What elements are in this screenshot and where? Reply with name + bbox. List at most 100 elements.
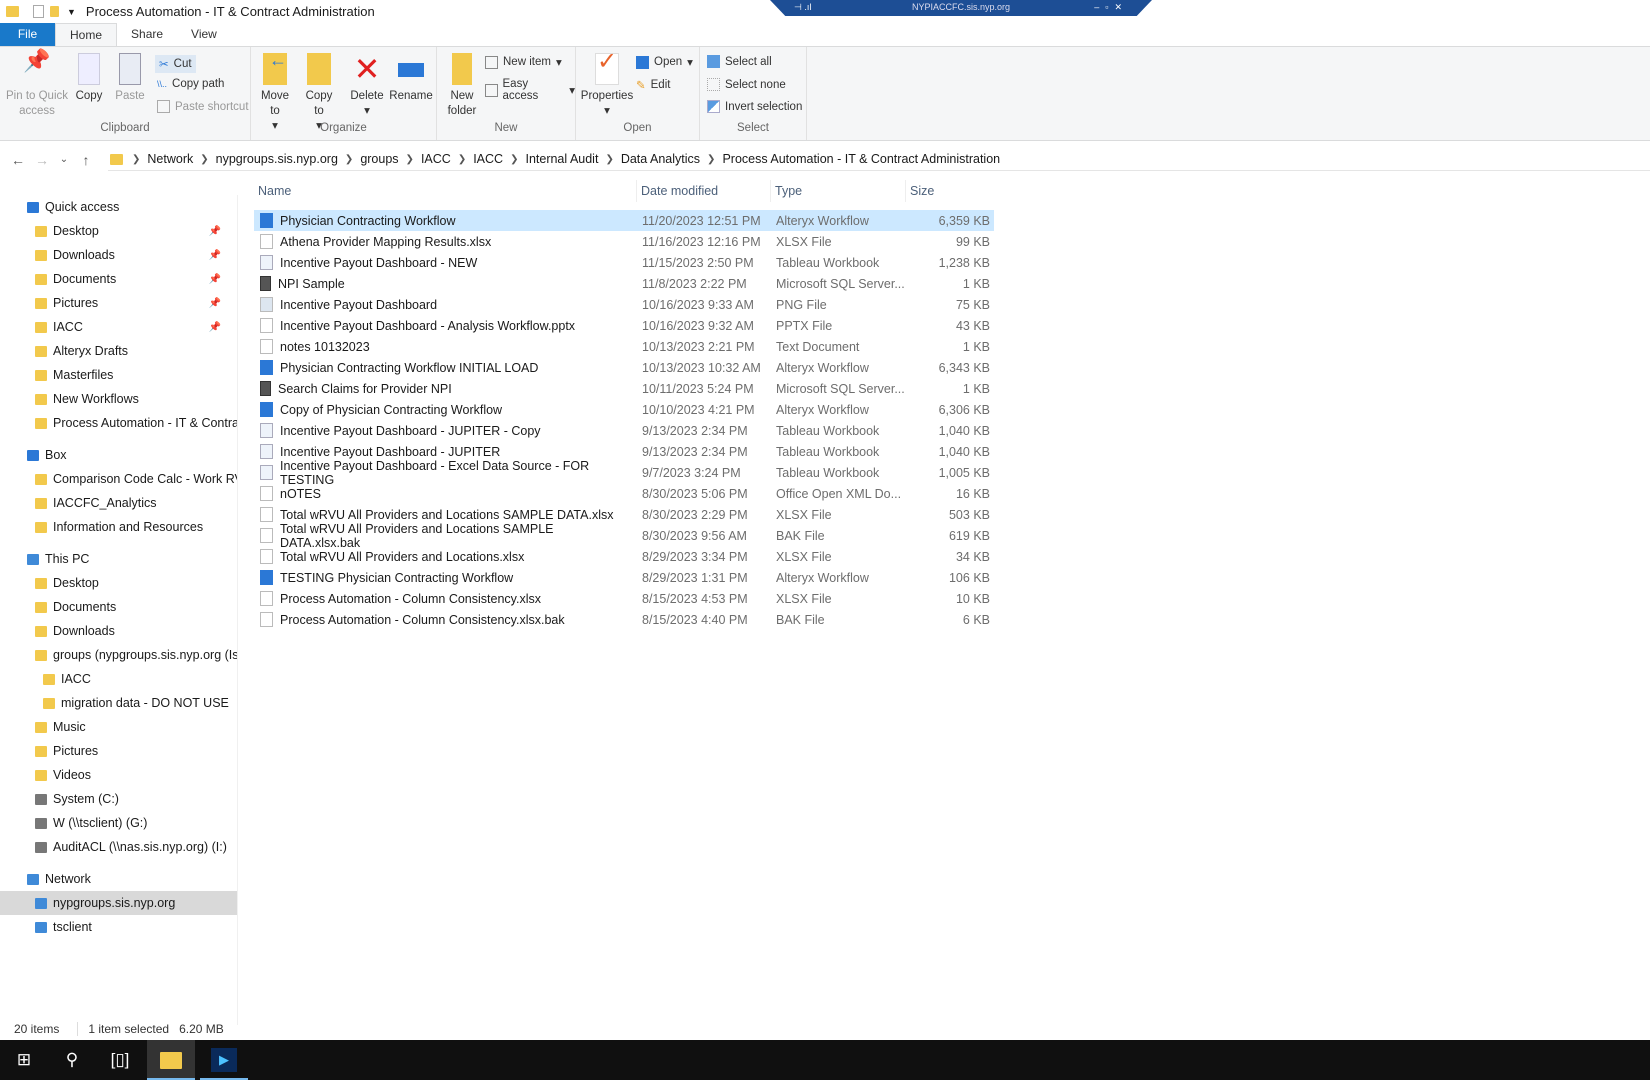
- file-explorer-taskbar-icon[interactable]: [147, 1040, 195, 1080]
- nav-item[interactable]: Downloads 📌: [0, 243, 237, 267]
- nav-item[interactable]: Information and Resources: [0, 515, 237, 539]
- nav-item[interactable]: Masterfiles: [0, 363, 237, 387]
- tab-home[interactable]: Home: [55, 23, 118, 46]
- pin-to-quick-access-button[interactable]: 📌 Pin to Quick access: [4, 50, 70, 119]
- search-icon[interactable]: ⚲: [48, 1040, 96, 1080]
- breadcrumb-network[interactable]: Network: [143, 152, 197, 166]
- nav-item[interactable]: IACCFC_Analytics: [0, 491, 237, 515]
- file-row[interactable]: Copy of Physician Contracting Workflow 10…: [254, 399, 994, 420]
- nav-item[interactable]: System (C:): [0, 787, 237, 811]
- cut-button[interactable]: ✂ Cut: [155, 55, 196, 73]
- breadcrumb-iacc[interactable]: IACC: [417, 152, 455, 166]
- file-row[interactable]: Process Automation - Column Consistency.…: [254, 588, 994, 609]
- nav-item[interactable]: tsclient: [0, 915, 237, 939]
- column-header-name[interactable]: Name: [254, 180, 637, 202]
- column-header-size[interactable]: Size: [906, 180, 994, 202]
- file-row[interactable]: Process Automation - Column Consistency.…: [254, 609, 994, 630]
- paste-button[interactable]: Paste: [113, 53, 147, 104]
- file-row[interactable]: Incentive Payout Dashboard 10/16/2023 9:3…: [254, 294, 994, 315]
- pin-icon[interactable]: 📌: [209, 274, 221, 285]
- nav-network[interactable]: Network: [0, 867, 237, 891]
- recent-locations-chevron-icon[interactable]: ⌄: [54, 154, 74, 165]
- pin-icon[interactable]: ⊣ .ıl: [794, 0, 811, 15]
- rdp-connection-bar[interactable]: ⊣ .ıl NYPIACCFC.sis.nyp.org ‒▫✕: [770, 0, 1152, 16]
- nav-item[interactable]: Alteryx Drafts: [0, 339, 237, 363]
- breadcrumb-separator[interactable]: ❯: [342, 154, 356, 165]
- breadcrumb-data-analytics[interactable]: Data Analytics: [617, 152, 704, 166]
- file-row[interactable]: Physician Contracting Workflow INITIAL L…: [254, 357, 994, 378]
- file-row[interactable]: NPI Sample 11/8/2023 2:22 PM Microsoft SQL…: [254, 273, 994, 294]
- file-row[interactable]: Incentive Payout Dashboard - JUPITER - C…: [254, 420, 994, 441]
- new-item-button[interactable]: New item ▾: [485, 55, 562, 69]
- rename-button[interactable]: Rename: [389, 53, 433, 104]
- nav-item[interactable]: IACC: [0, 667, 237, 691]
- column-header-date-modified[interactable]: Date modified: [637, 180, 771, 202]
- breadcrumb-server[interactable]: nypgroups.sis.nyp.org: [212, 152, 342, 166]
- pin-icon[interactable]: 📌: [209, 250, 221, 261]
- nav-item[interactable]: Desktop 📌: [0, 219, 237, 243]
- nav-item[interactable]: nypgroups.sis.nyp.org: [0, 891, 237, 915]
- breadcrumb-separator[interactable]: ❯: [403, 154, 417, 165]
- properties-button[interactable]: ✓ Properties ▾: [580, 50, 634, 119]
- file-row[interactable]: Search Claims for Provider NPI 10/11/2023…: [254, 378, 994, 399]
- nav-item[interactable]: Downloads: [0, 619, 237, 643]
- open-button[interactable]: Open ▾: [636, 55, 693, 69]
- file-row[interactable]: notes 10132023 10/13/2023 2:21 PM Text Doc…: [254, 336, 994, 357]
- nav-item[interactable]: groups (nypgroups.sis.nyp.org (Isilon)): [0, 643, 237, 667]
- file-row[interactable]: TESTING Physician Contracting Workflow 8/…: [254, 567, 994, 588]
- breadcrumb-separator[interactable]: ❯: [455, 154, 469, 165]
- nav-item[interactable]: migration data - DO NOT USE: [0, 691, 237, 715]
- nav-item[interactable]: New Workflows: [0, 387, 237, 411]
- pin-icon[interactable]: 📌: [209, 226, 221, 237]
- nav-item[interactable]: Pictures 📌: [0, 291, 237, 315]
- delete-button[interactable]: ✕ Delete ▾: [348, 53, 386, 119]
- breadcrumb-separator[interactable]: ❯: [197, 154, 211, 165]
- nav-item[interactable]: Videos: [0, 763, 237, 787]
- tab-file[interactable]: File: [0, 23, 55, 46]
- breadcrumb-internal-audit[interactable]: Internal Audit: [521, 152, 602, 166]
- file-row[interactable]: Total wRVU All Providers and Locations.x…: [254, 546, 994, 567]
- tab-view[interactable]: View: [177, 23, 231, 46]
- file-row[interactable]: Athena Provider Mapping Results.xlsx 11/1…: [254, 231, 994, 252]
- column-header-type[interactable]: Type: [771, 180, 906, 202]
- window-controls[interactable]: ‒▫✕: [1094, 0, 1128, 15]
- easy-access-button[interactable]: Easy access ▾: [485, 78, 575, 102]
- nav-item[interactable]: Desktop: [0, 571, 237, 595]
- breadcrumb-separator[interactable]: ❯: [704, 154, 718, 165]
- tab-share[interactable]: Share: [117, 23, 177, 46]
- pin-icon[interactable]: 📌: [209, 322, 221, 333]
- breadcrumb-separator[interactable]: ❯: [602, 154, 616, 165]
- invert-selection-button[interactable]: Invert selection: [707, 100, 802, 113]
- forward-arrow-icon[interactable]: →: [30, 152, 54, 168]
- copy-button[interactable]: Copy: [72, 53, 106, 104]
- file-row[interactable]: Incentive Payout Dashboard - Excel Data …: [254, 459, 994, 487]
- nav-item[interactable]: W (\\tsclient) (G:): [0, 811, 237, 835]
- paste-shortcut-button[interactable]: Paste shortcut: [157, 100, 249, 113]
- remote-desktop-taskbar-icon[interactable]: ▶: [200, 1040, 248, 1080]
- nav-item[interactable]: Music: [0, 715, 237, 739]
- task-view-icon[interactable]: [▯]: [96, 1040, 144, 1080]
- nav-item[interactable]: Pictures: [0, 739, 237, 763]
- select-all-button[interactable]: Select all: [707, 55, 772, 68]
- up-arrow-icon[interactable]: ↑: [74, 152, 98, 168]
- edit-button[interactable]: ✎ Edit: [636, 78, 670, 92]
- customize-toolbar-icon[interactable]: ▼: [67, 7, 76, 17]
- nav-item[interactable]: Documents: [0, 595, 237, 619]
- nav-item[interactable]: IACC 📌: [0, 315, 237, 339]
- select-none-button[interactable]: Select none: [707, 78, 786, 91]
- nav-quick-access[interactable]: Quick access: [0, 195, 237, 219]
- address-bar[interactable]: ❯ Network ❯ nypgroups.sis.nyp.org ❯ groups…: [108, 148, 1650, 171]
- new-folder-button[interactable]: New folder: [442, 53, 482, 119]
- breadcrumb-current[interactable]: Process Automation - IT & Contract Admin…: [718, 152, 1004, 166]
- new-folder-quick-icon[interactable]: [50, 6, 59, 17]
- back-arrow-icon[interactable]: ←: [6, 152, 30, 168]
- breadcrumb-iacc-2[interactable]: IACC: [469, 152, 507, 166]
- nav-item[interactable]: Comparison Code Calc - Work RVU: [0, 467, 237, 491]
- copy-path-button[interactable]: \\.. Copy path: [157, 78, 224, 90]
- breadcrumb-groups[interactable]: groups: [356, 152, 402, 166]
- breadcrumb-separator[interactable]: ❯: [507, 154, 521, 165]
- nav-item[interactable]: Process Automation - IT & Contract Admin…: [0, 411, 237, 435]
- properties-quick-icon[interactable]: [33, 5, 44, 18]
- breadcrumb-separator[interactable]: ❯: [129, 154, 143, 165]
- file-row[interactable]: Incentive Payout Dashboard - NEW 11/15/20…: [254, 252, 994, 273]
